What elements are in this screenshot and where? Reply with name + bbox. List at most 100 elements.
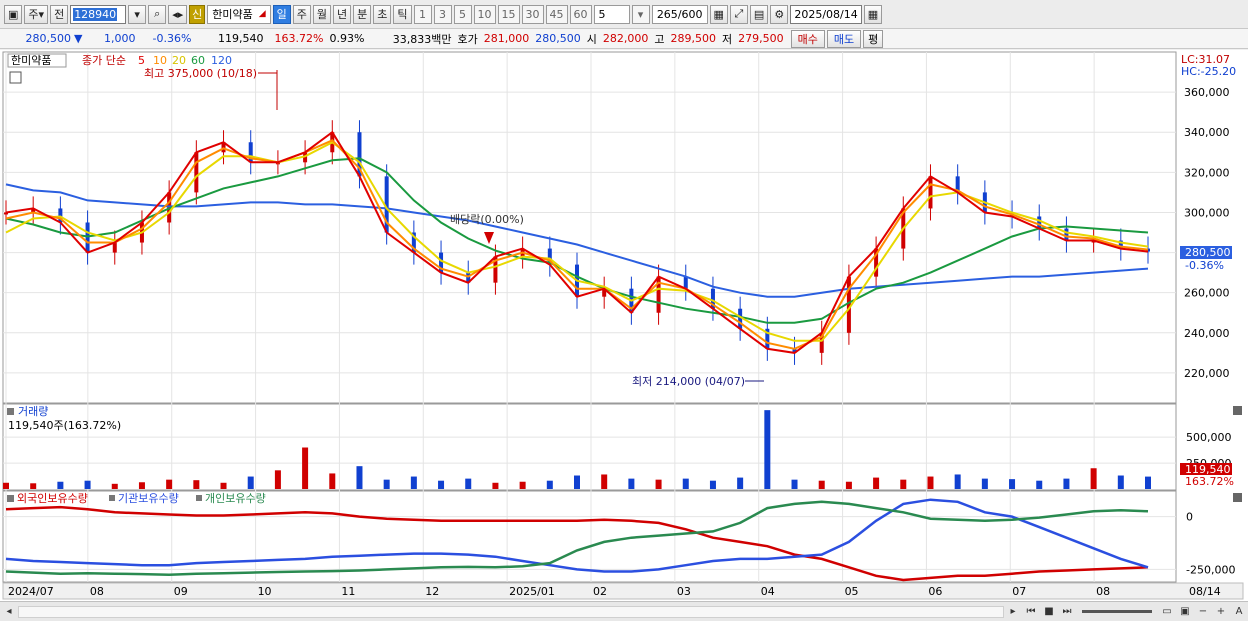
price-tag-pct: -0.36% [1185,259,1224,272]
tab-month[interactable]: 월 [312,4,332,24]
tab-month-label: 월 [316,8,328,21]
tab-second[interactable]: 초 [373,4,392,24]
stock-code-input[interactable]: 128940 [70,4,127,24]
low-price: 279,500 [738,32,784,45]
minute-option-60[interactable]: 60 [569,4,592,24]
save-icon[interactable]: ▤ [749,4,769,24]
grid-toggle-icon[interactable] [9,71,22,84]
legend-individual: 개인보유수량 [205,492,266,505]
volume-value-label: 119,540주(163.72%) [8,419,121,432]
legend-separator-1 [109,495,115,501]
shin-badge[interactable]: 신 [189,4,206,24]
zoom-out-icon[interactable]: − [1195,604,1211,620]
holdings-panel-icon [7,495,14,502]
auto-scale-icon[interactable]: A [1231,604,1247,620]
price-y-tick: 360,000 [1184,86,1230,99]
minute-option-5[interactable]: 5 [453,4,472,24]
minute-option-3-label: 3 [439,7,447,21]
volume-bar [1009,479,1016,489]
volume-bar [764,410,771,489]
scroll-left-icon[interactable]: ◂ [1,604,17,620]
candle-body [846,276,851,333]
last-page-icon[interactable]: ⏭ [1059,604,1075,620]
volume-bar [274,470,281,489]
calendar-icon[interactable]: ▦ [863,4,883,24]
gear-icon[interactable]: ⚙ [770,4,789,24]
ma-20-label: 20 [172,54,186,67]
volume-panel-close-icon[interactable] [1233,406,1242,415]
stop-icon[interactable]: ■ [1041,604,1057,620]
draw-tools-icon[interactable]: ⤢ [729,4,748,24]
volume-bar [84,480,91,489]
high-marker-label: 최고 375,000 (10/18) [144,67,257,80]
x-axis-label: 08 [1096,585,1110,598]
volume-bar [247,476,254,489]
date-input[interactable]: 2025/08/14 [790,4,862,24]
chart-svg[interactable]: 360,000340,000320,000300,000280,000260,0… [0,50,1248,603]
volume-bar [166,479,173,489]
minute-option-45[interactable]: 45 [545,4,568,24]
volume-bar [57,481,64,489]
tab-week[interactable]: 주 [292,4,311,24]
tab-year[interactable]: 년 [333,4,352,24]
tab-tick[interactable]: 틱 [393,4,412,24]
zoom-slider[interactable] [1082,610,1152,613]
price-y-tick: 300,000 [1184,206,1230,219]
tab-minute[interactable]: 분 [353,4,372,24]
volume-bar [737,477,744,489]
volume-bar [220,482,227,489]
sell-button[interactable]: 매도 [826,29,862,48]
scroll-track[interactable] [18,605,1004,618]
down-arrow-icon: ▼ [74,32,83,45]
volume-bar [410,476,417,489]
chart-area[interactable]: 360,000340,000320,000300,000280,000260,0… [0,50,1248,603]
average-button[interactable]: 평 [863,29,884,48]
layout-icon[interactable]: ▭ [1159,604,1175,620]
minute-option-3[interactable]: 3 [433,4,452,24]
tab-day[interactable]: 일 [272,4,291,24]
prev-button[interactable]: 전 [50,4,69,24]
count-input[interactable]: 265/600 [651,4,708,24]
minute-option-15[interactable]: 15 [497,4,520,24]
speaker-icon[interactable]: ◂▸ [168,4,188,24]
volume-bar [138,482,145,489]
stock-name-field[interactable]: 한미약품 ◢ [207,4,271,24]
chart-scrollbar[interactable]: ◂ ▸ ⏮ ■ ⏭ ▭ ▣ − + A [0,601,1248,621]
low-label: 저 [721,32,733,46]
trade-amount: 33,833백만 [392,32,452,46]
open-label: 시 [586,32,597,46]
holdings-panel-close-icon[interactable] [1233,493,1242,502]
shin-label: 신 [192,8,203,21]
split-icon[interactable]: ▣ [1177,604,1193,620]
x-axis-label: 10 [258,585,272,598]
dividend-marker-label: 배당락(0.00%) [450,213,524,226]
unit-dropdown-icon[interactable]: ▾ [631,4,650,24]
price-tag-value: 280,500 [1185,246,1231,259]
stock-code-value: 128940 [73,7,118,21]
unit-select[interactable]: 5 [593,4,630,24]
volume-bar [111,483,118,489]
x-axis-label: 03 [677,585,691,598]
search-icon[interactable]: ⌕ [148,4,167,24]
window-icon[interactable]: ▣ [4,4,23,24]
chart-tools-icon[interactable]: ▦ [709,4,728,24]
volume-bar [492,482,499,489]
avg-label: 평 [868,32,879,46]
volume-bar [1063,478,1070,489]
high-price: 289,500 [670,32,716,45]
tab-week-label: 주 [296,8,307,21]
scroll-right-icon[interactable]: ▸ [1005,604,1021,620]
code-dropdown-icon[interactable]: ▾ [128,4,147,24]
buy-button[interactable]: 매수 [790,29,825,48]
minute-option-1[interactable]: 1 [413,4,432,24]
zoom-in-icon[interactable]: + [1213,604,1229,620]
candle-body [683,276,688,289]
volume-bar [709,480,716,489]
tab-tick-label: 틱 [397,8,408,21]
minute-option-30[interactable]: 30 [521,4,544,24]
volume-bar [900,479,907,489]
volume-bar [628,478,635,489]
first-page-icon[interactable]: ⏮ [1023,604,1039,620]
period-dropdown[interactable]: 주 ▾ [24,4,49,24]
minute-option-10[interactable]: 10 [473,4,496,24]
